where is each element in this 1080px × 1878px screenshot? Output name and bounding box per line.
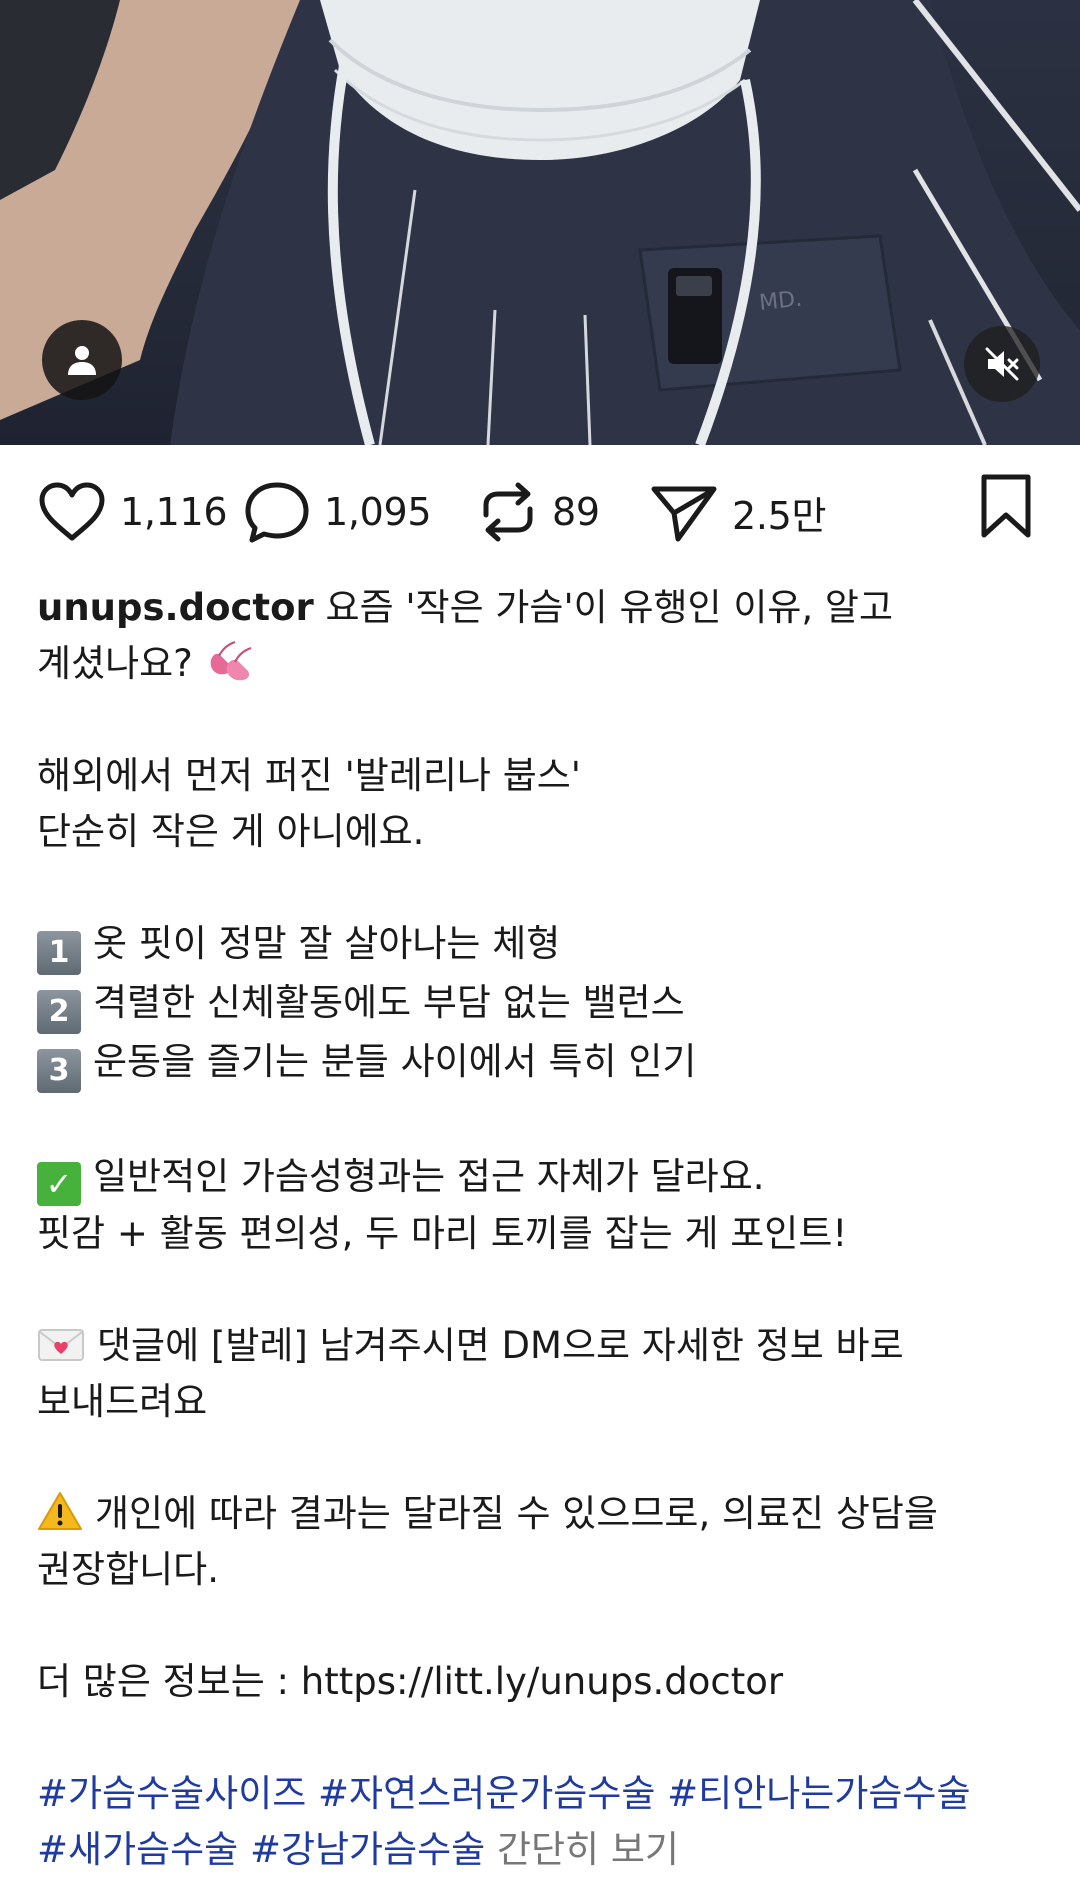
check-mark-emoji: ✓ bbox=[37, 1162, 81, 1206]
repost-arrows-icon bbox=[483, 482, 533, 542]
comment-count: 1,095 bbox=[324, 490, 432, 534]
repost-count: 89 bbox=[552, 490, 600, 534]
post-media[interactable]: MD. bbox=[0, 0, 1080, 445]
like-count: 1,116 bbox=[120, 490, 228, 534]
caption-line: 개인에 따라 결과는 달라질 수 있으므로, 의료진 상담을 bbox=[37, 1486, 1047, 1542]
keycap-2-emoji: 2 bbox=[37, 990, 81, 1034]
keycap-1-emoji: 1 bbox=[37, 931, 81, 975]
love-letter-emoji bbox=[38, 1329, 84, 1361]
heart-icon bbox=[39, 482, 105, 541]
caption-line: unups.doctor 요즘 '작은 가슴'이 유행인 이유, 알고 bbox=[37, 586, 894, 629]
caption-line: ✓ 일반적인 가슴성형과는 접근 자체가 달라요. bbox=[37, 1149, 1047, 1206]
caption-line: 댓글에 [발레] 남겨주시면 DM으로 자세한 정보 바로 bbox=[37, 1318, 1047, 1374]
share-count: 2.5만 bbox=[732, 493, 827, 538]
keycap-3-emoji: 3 bbox=[37, 1049, 81, 1093]
share-button[interactable]: 2.5만 bbox=[648, 470, 827, 554]
ballet-shoes-emoji bbox=[210, 641, 251, 681]
person-icon bbox=[68, 346, 96, 375]
comment-button[interactable]: 1,095 bbox=[242, 470, 432, 554]
save-button[interactable] bbox=[978, 472, 1034, 542]
action-bar: 1,116 1,095 89 2.5만 bbox=[0, 470, 1080, 554]
comment-bubble-icon bbox=[245, 482, 309, 543]
username-link[interactable]: unups.doctor bbox=[37, 586, 314, 629]
user-tag-button[interactable] bbox=[42, 320, 122, 400]
caption-list-item: 3 운동을 즐기는 분들 사이에서 특히 인기 bbox=[37, 1034, 1047, 1093]
speaker-muted-icon bbox=[985, 347, 1019, 381]
caption-line: 계셨나요? bbox=[37, 636, 1047, 692]
svg-text:MD.: MD. bbox=[758, 287, 803, 316]
caption-list-item: 1옷 핏이 정말 잘 살아나는 체형 bbox=[37, 916, 1047, 975]
post-caption: unups.doctor 요즘 '작은 가슴'이 유행인 이유, 알고 계셨나요… bbox=[37, 580, 1047, 1878]
repost-button[interactable]: 89 bbox=[476, 470, 600, 554]
bookmark-icon bbox=[981, 474, 1031, 538]
like-button[interactable]: 1,116 bbox=[36, 470, 228, 554]
see-less-link[interactable]: 간단히 보기 bbox=[485, 1828, 679, 1871]
caption-link-line[interactable]: 더 많은 정보는 : https://litt.ly/unups.doctor bbox=[37, 1654, 1047, 1710]
paper-plane-icon bbox=[651, 486, 717, 542]
mute-button[interactable] bbox=[964, 326, 1040, 402]
warning-emoji bbox=[38, 1492, 82, 1530]
caption-list-item: 2 격렬한 신체활동에도 부담 없는 밸런스 bbox=[37, 975, 1047, 1034]
hashtags-line[interactable]: #가슴수술사이즈 #자연스러운가슴수술 #티안나는가슴수술 bbox=[37, 1766, 1047, 1822]
post-photo: MD. bbox=[0, 0, 1080, 445]
